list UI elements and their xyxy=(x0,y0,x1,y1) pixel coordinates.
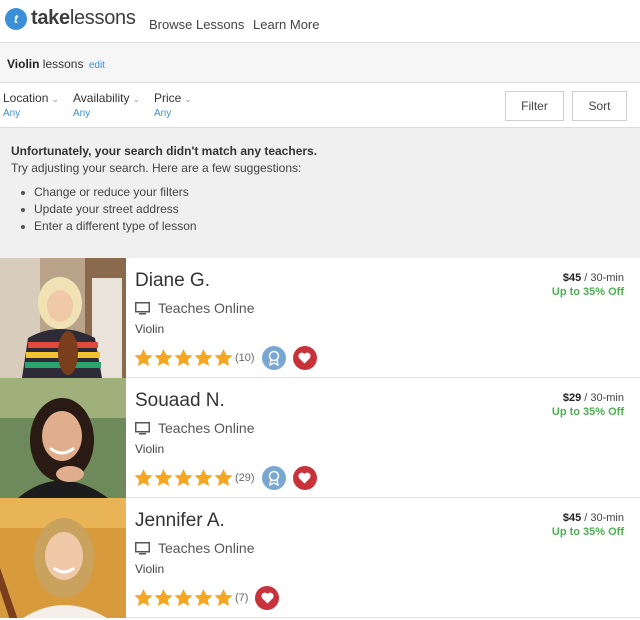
star-icon xyxy=(194,469,213,487)
favorite-heart-icon[interactable] xyxy=(292,466,317,490)
teaches-online: Teaches Online xyxy=(135,420,255,436)
star-icon xyxy=(194,349,213,367)
favorite-heart-icon[interactable] xyxy=(292,346,317,370)
star-icon xyxy=(174,349,193,367)
chevron-down-icon: ⌄ xyxy=(184,94,192,104)
star-icon xyxy=(134,589,153,607)
discount-label: Up to 35% Off xyxy=(551,406,624,418)
award-ribbon-icon[interactable] xyxy=(261,346,286,370)
teacher-card[interactable]: Diane G. Teaches Online Violin (10) $45 … xyxy=(0,258,640,378)
teacher-photo[interactable] xyxy=(0,378,126,498)
star-icon xyxy=(134,469,153,487)
nav-learn-more[interactable]: Learn More xyxy=(253,17,319,32)
notice-subtitle: Try adjusting your search. Here are a fe… xyxy=(11,161,302,175)
teacher-instrument: Violin xyxy=(135,562,165,576)
takelessons-logo[interactable]: t takelessons xyxy=(5,7,136,30)
no-results-notice: Unfortunately, your search didn't match … xyxy=(0,128,640,258)
star-icon xyxy=(154,349,173,367)
teacher-instrument: Violin xyxy=(135,322,165,336)
star-icon xyxy=(154,469,173,487)
teaches-online: Teaches Online xyxy=(135,540,255,556)
lesson-price: $29 / 30-min xyxy=(562,392,624,404)
teacher-name[interactable]: Souaad N. xyxy=(135,390,225,412)
suggestion-list: Change or reduce your filters Update you… xyxy=(21,185,197,236)
filter-availability[interactable]: Availability ⌄ Any xyxy=(73,91,140,119)
teacher-photo[interactable] xyxy=(0,498,126,618)
rating: (10) xyxy=(134,346,317,370)
search-title: Violin lessons edit xyxy=(7,57,105,71)
teacher-name[interactable]: Diane G. xyxy=(135,270,210,292)
filter-bar: Location ⌄ Any Availability ⌄ Any Price ⌄ A… xyxy=(0,83,640,128)
logo-text: takelessons xyxy=(31,7,136,29)
list-item: Enter a different type of lesson xyxy=(21,219,197,236)
favorite-heart-icon[interactable] xyxy=(255,586,280,610)
star-icon xyxy=(174,589,193,607)
monitor-icon xyxy=(135,421,150,434)
star-icon xyxy=(214,469,233,487)
monitor-icon xyxy=(135,541,150,554)
teaches-online: Teaches Online xyxy=(135,300,255,316)
star-icon xyxy=(174,469,193,487)
star-icon xyxy=(154,589,173,607)
list-item: Update your street address xyxy=(21,202,197,219)
star-icon xyxy=(214,349,233,367)
review-count[interactable]: (10) xyxy=(235,352,255,364)
rating: (7) xyxy=(134,586,280,610)
logo-icon: t xyxy=(5,7,27,30)
search-summary-bar: Violin lessons edit xyxy=(0,43,640,83)
chevron-down-icon: ⌄ xyxy=(132,94,141,104)
teacher-card[interactable]: Jennifer A. Teaches Online Violin (7) $4… xyxy=(0,498,640,618)
star-icon xyxy=(134,349,153,367)
discount-label: Up to 35% Off xyxy=(551,526,624,538)
teacher-card[interactable]: Souaad N. Teaches Online Violin (29) $29… xyxy=(0,378,640,498)
teacher-instrument: Violin xyxy=(135,442,165,456)
review-count[interactable]: (7) xyxy=(235,592,248,604)
monitor-icon xyxy=(135,301,150,314)
rating: (29) xyxy=(134,466,317,490)
chevron-down-icon: ⌄ xyxy=(51,94,59,104)
notice-title: Unfortunately, your search didn't match … xyxy=(11,144,318,158)
nav-browse-lessons[interactable]: Browse Lessons xyxy=(149,17,244,32)
filter-button[interactable]: Filter xyxy=(505,91,564,121)
filter-price[interactable]: Price ⌄ Any xyxy=(154,91,192,119)
discount-label: Up to 35% Off xyxy=(551,286,624,298)
top-navigation: t takelessons Browse Lessons Learn More xyxy=(0,0,640,43)
sort-button[interactable]: Sort xyxy=(572,91,627,121)
list-item: Change or reduce your filters xyxy=(21,185,197,202)
teacher-name[interactable]: Jennifer A. xyxy=(135,510,225,532)
filter-location[interactable]: Location ⌄ Any xyxy=(3,91,59,119)
teacher-photo[interactable] xyxy=(0,258,126,378)
lesson-price: $45 / 30-min xyxy=(562,512,624,524)
edit-search-link[interactable]: edit xyxy=(89,60,105,71)
award-ribbon-icon[interactable] xyxy=(261,466,286,490)
review-count[interactable]: (29) xyxy=(235,472,255,484)
star-icon xyxy=(194,589,213,607)
lesson-price: $45 / 30-min xyxy=(562,272,624,284)
star-icon xyxy=(214,589,233,607)
